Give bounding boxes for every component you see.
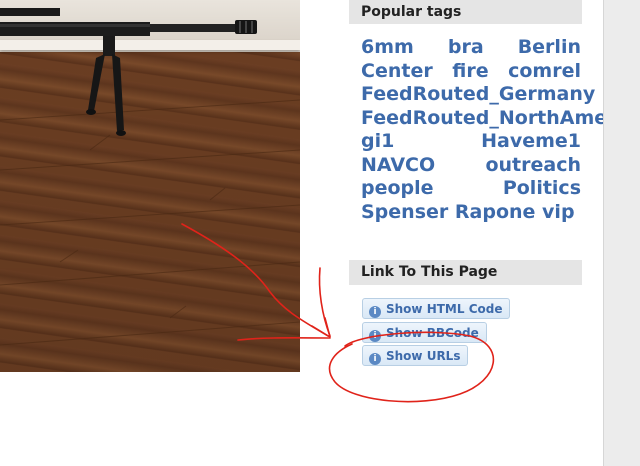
tag-link[interactable]: fire (452, 60, 488, 82)
annotation-arrowhead (311, 317, 331, 338)
tag-link[interactable]: gi1 (361, 130, 394, 152)
info-icon: i (369, 306, 381, 318)
scrollbar-gutter[interactable] (603, 0, 640, 466)
info-icon: i (369, 330, 381, 342)
tag-link[interactable]: Rapone (455, 201, 536, 223)
tag-link[interactable]: Spenser (361, 201, 448, 223)
tag-link[interactable]: Politics (503, 177, 581, 199)
show-urls-button[interactable]: i Show URLs (362, 345, 469, 366)
show-urls-label: Show URLs (386, 349, 461, 363)
info-icon: i (369, 353, 381, 365)
tag-cloud: 6mm bra Berlin Center fire comrel FeedRo… (361, 36, 640, 224)
link-to-page-heading: Link To This Page (349, 260, 582, 285)
annotation-arrow-shaft (318, 267, 331, 337)
tag-link[interactable]: Haveme1 (481, 130, 581, 152)
tag-link[interactable]: 6mm (361, 36, 414, 58)
rifle-illustration (0, 8, 300, 346)
tag-link[interactable]: NAVCO (361, 154, 435, 176)
tag-link[interactable]: Berlin (518, 36, 581, 58)
tag-link[interactable]: vip (542, 201, 575, 223)
popular-tags-heading: Popular tags (349, 0, 582, 24)
tag-link[interactable]: outreach (485, 154, 581, 176)
tag-link[interactable]: comrel (508, 60, 581, 82)
tag-link[interactable]: Center (361, 60, 433, 82)
rifle-photo (0, 0, 300, 372)
tag-link[interactable]: people (361, 177, 434, 199)
tag-link[interactable]: FeedRouted_NorthAmerica (361, 107, 640, 129)
show-bbcode-button[interactable]: i Show BBCode (362, 322, 487, 343)
show-bbcode-label: Show BBCode (386, 326, 479, 340)
tag-link[interactable]: FeedRouted_Germany (361, 83, 595, 105)
show-html-code-label: Show HTML Code (386, 302, 503, 316)
show-html-code-button[interactable]: i Show HTML Code (362, 298, 511, 319)
tag-link[interactable]: bra (448, 36, 484, 58)
